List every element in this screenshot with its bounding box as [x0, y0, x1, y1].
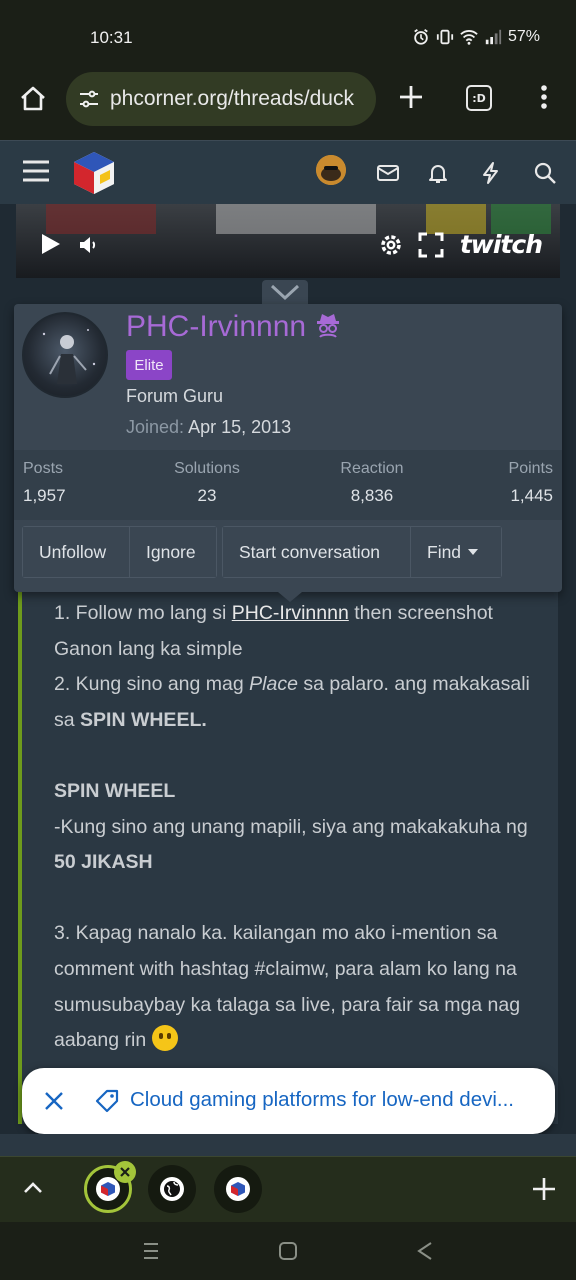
stat-reaction: Reaction 8,836 — [340, 460, 404, 505]
phcorner-logo-icon[interactable] — [70, 149, 118, 197]
post-text: 1. Follow mo lang si PHC-Irvinnnn then s… — [54, 596, 544, 1059]
page-content: twitch 1. Follow mo lang si PHC-Irvinnnn… — [0, 204, 576, 1154]
settings-gear-icon[interactable] — [378, 232, 404, 258]
chevron-up-icon[interactable] — [20, 1175, 46, 1201]
spin-wheel-heading: SPIN WHEEL — [54, 779, 176, 802]
tab-globe[interactable] — [148, 1165, 196, 1213]
volume-icon[interactable] — [78, 234, 100, 256]
signal-icon — [485, 29, 502, 45]
suggestion-text[interactable]: Cloud gaming platforms for low-end devi.… — [130, 1088, 540, 1112]
site-settings-icon[interactable] — [78, 88, 100, 110]
wifi-icon — [460, 30, 478, 45]
menu-icon[interactable] — [22, 159, 50, 183]
twitch-video-player[interactable]: twitch — [16, 204, 560, 278]
member-username[interactable]: PHC-Irvinnnn — [126, 310, 342, 344]
twitch-logo[interactable]: twitch — [460, 230, 543, 259]
phcorner-favicon-icon — [101, 1182, 115, 1196]
chevron-down-icon — [270, 284, 300, 301]
collapse-toggle[interactable] — [262, 280, 308, 304]
vibrate-icon — [436, 29, 454, 45]
more-menu-icon[interactable] — [534, 82, 554, 112]
address-bar[interactable]: phcorner.org/threads/duck — [66, 72, 376, 126]
close-icon[interactable] — [42, 1089, 66, 1113]
post-line-3: 3. Kapag nanalo ka. kailangan mo ako i-m… — [54, 922, 521, 1052]
alarm-icon — [414, 29, 428, 45]
conversation-find-group: Start conversation Find — [222, 526, 502, 578]
bell-icon[interactable] — [426, 161, 450, 185]
smile-emoji-icon — [151, 1025, 178, 1052]
inbox-icon[interactable] — [376, 161, 400, 185]
fullscreen-icon[interactable] — [418, 232, 444, 258]
spin-wheel-text: -Kung sino ang unang mapili, siya ang ma… — [54, 815, 528, 874]
member-tooltip-card: PHC-Irvinnnn Elite Forum Guru Joined: Ap… — [14, 304, 562, 602]
find-button[interactable]: Find — [411, 527, 501, 577]
home-nav-icon[interactable] — [277, 1240, 299, 1262]
card-pointer — [278, 592, 302, 602]
start-conversation-button[interactable]: Start conversation — [223, 527, 411, 577]
status-bar: 10:31 57% — [0, 0, 576, 72]
stat-solutions: Solutions 23 — [174, 460, 240, 505]
member-avatar[interactable] — [22, 312, 108, 398]
tab-strip — [0, 1156, 576, 1222]
lightning-icon[interactable] — [479, 161, 503, 185]
spy-icon — [317, 314, 340, 338]
new-tab-icon[interactable] — [396, 82, 426, 112]
system-navigation-bar — [0, 1222, 576, 1280]
post-line-1: 1. Follow mo lang si PHC-Irvinnnn then s… — [54, 602, 493, 660]
phcorner-favicon-icon — [231, 1182, 245, 1196]
globe-icon — [164, 1181, 180, 1197]
follow-ignore-group: Unfollow Ignore — [22, 526, 217, 578]
recent-apps-icon[interactable] — [140, 1240, 162, 1262]
tab-switcher-button[interactable]: :D — [466, 85, 492, 111]
unfollow-button[interactable]: Unfollow — [23, 527, 130, 577]
caret-down-icon — [468, 549, 479, 555]
close-tab-icon[interactable] — [114, 1161, 136, 1183]
forum-bottom-nav-peek — [0, 1134, 576, 1156]
browser-toolbar: phcorner.org/threads/duck :D — [0, 72, 576, 138]
tab-phcorner[interactable] — [214, 1165, 262, 1213]
ignore-button[interactable]: Ignore — [130, 527, 216, 577]
status-time: 10:31 — [90, 28, 133, 47]
stat-points: Points 1,445 — [508, 460, 553, 505]
member-title: Forum Guru — [126, 386, 224, 406]
member-joined: Joined: Apr 15, 2013 — [126, 417, 292, 437]
back-icon[interactable] — [414, 1240, 436, 1262]
stat-posts: Posts 1,957 — [23, 460, 66, 505]
play-icon[interactable] — [40, 232, 62, 256]
user-avatar[interactable] — [316, 155, 346, 185]
home-icon[interactable] — [18, 84, 48, 114]
user-mention-link[interactable]: PHC-Irvinnnn — [232, 602, 349, 624]
search-suggestion-chip[interactable]: Cloud gaming platforms for low-end devi.… — [22, 1068, 555, 1134]
post-line-2: 2. Kung sino ang mag Place sa palaro. an… — [54, 673, 530, 731]
add-tab-icon[interactable] — [530, 1175, 558, 1203]
site-header — [0, 140, 576, 204]
member-stats: Posts 1,957 Solutions 23 Reaction 8,836 Poi… — [14, 450, 562, 520]
search-icon[interactable] — [533, 161, 557, 185]
elite-badge: Elite — [126, 350, 172, 380]
tag-icon — [95, 1089, 119, 1113]
battery-percent: 57% — [507, 28, 540, 45]
url-text[interactable]: phcorner.org/threads/duck — [110, 87, 354, 111]
status-icons: 57% — [412, 28, 540, 46]
